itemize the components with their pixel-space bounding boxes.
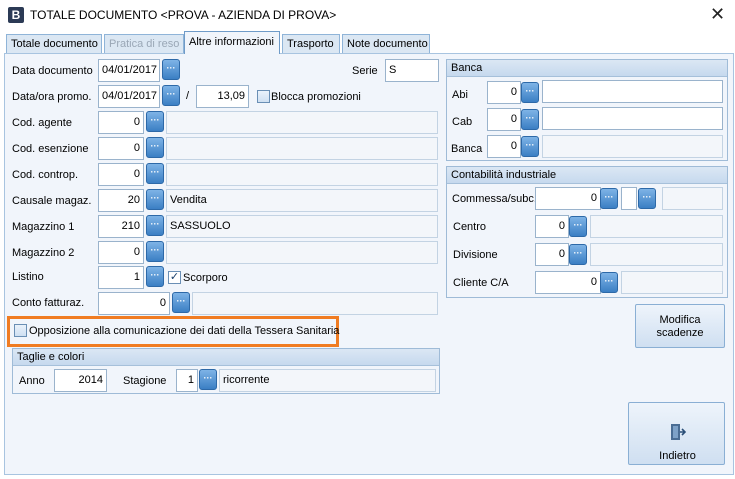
blocca-promozioni-checkbox[interactable] [257,90,270,103]
banca-label: Banca [451,143,483,155]
banca-input[interactable]: 0 [487,135,521,158]
cliente-ca-lookup-button[interactable]: ··· [600,272,618,293]
modifica-scadenze-button[interactable]: Modifica scadenze [635,304,725,348]
anno-label: Anno [19,375,45,387]
cod-agente-lookup-button[interactable]: ··· [146,111,164,132]
conto-fatturaz-input[interactable]: 0 [98,292,170,315]
listino-label: Listino [12,271,44,283]
exit-door-icon [671,424,687,440]
magazzino2-input[interactable]: 0 [98,241,144,264]
magazzino2-lookup-button[interactable]: ··· [146,241,164,262]
stagione-desc: ricorrente [219,369,436,392]
tab-altre-informazioni[interactable]: Altre informazioni [184,31,280,54]
causale-magaz-desc: Vendita [166,189,438,212]
ora-promo-input[interactable]: 13,09 [196,85,249,108]
centro-input[interactable]: 0 [535,215,569,238]
cab-lookup-button[interactable]: ··· [521,109,539,130]
data-promo-input[interactable]: 04/01/2017 [98,85,160,108]
data-ora-promo-label: Data/ora promo. [12,91,92,103]
centro-lookup-button[interactable]: ··· [569,216,587,237]
magazzino2-label: Magazzino 2 [12,247,75,259]
causale-magaz-lookup-button[interactable]: ··· [146,189,164,210]
scorporo-label: Scorporo [183,272,228,284]
cod-agente-label: Cod. agente [12,117,72,129]
divisione-desc [590,243,723,266]
magazzino1-label: Magazzino 1 [12,221,75,233]
magazzino2-desc [166,241,438,264]
divisione-lookup-button[interactable]: ··· [569,244,587,265]
magazzino1-desc: SASSUOLO [166,215,438,238]
commessa-lookup-button[interactable]: ··· [600,188,618,209]
tab-totale-documento[interactable]: Totale documento [6,34,102,53]
cod-agente-input[interactable]: 0 [98,111,144,134]
commessa-desc [662,187,723,210]
abi-lookup-button[interactable]: ··· [521,82,539,103]
cod-controp-input[interactable]: 0 [98,163,144,186]
magazzino1-input[interactable]: 210 [98,215,144,238]
opposizione-checkbox[interactable] [14,324,27,337]
centro-desc [590,215,723,238]
cod-agente-desc [166,111,438,134]
scorporo-checkbox[interactable]: ✓ [168,271,181,284]
banca-desc [542,135,723,158]
causale-magaz-input[interactable]: 20 [98,189,144,212]
cod-esenzione-desc [166,137,438,160]
tab-note-documento[interactable]: Note documento [342,34,430,53]
centro-label: Centro [453,221,487,233]
stagione-lookup-button[interactable]: ··· [199,369,217,390]
cliente-ca-label: Cliente C/A [453,277,509,289]
abi-label: Abi [452,89,468,101]
data-documento-lookup-button[interactable]: ··· [162,59,180,80]
cab-label: Cab [452,116,473,128]
blocca-promozioni-label: Blocca promozioni [271,91,361,103]
cab-desc[interactable] [542,107,723,130]
anno-input[interactable]: 2014 [54,369,107,392]
serie-input[interactable]: S [385,59,439,82]
opposizione-label: Opposizione alla comunicazione dei dati … [29,325,340,337]
conto-fatturaz-lookup-button[interactable]: ··· [172,292,190,313]
conto-fatturaz-label: Conto fatturaz. [12,297,85,309]
conto-fatturaz-desc [192,292,438,315]
close-icon[interactable]: ✕ [710,4,725,25]
cod-controp-lookup-button[interactable]: ··· [146,163,164,184]
divisione-label: Divisione [453,249,498,261]
taglie-colori-header: Taglie e colori [13,349,439,366]
data-documento-label: Data documento [12,65,93,77]
modifica-scadenze-label: Modifica scadenze [656,314,704,339]
cliente-ca-input[interactable]: 0 [535,271,601,294]
causale-magaz-label: Causale magaz. [12,195,92,207]
magazzino1-lookup-button[interactable]: ··· [146,215,164,236]
tab-trasporto[interactable]: Trasporto [282,34,340,53]
stagione-label: Stagione [123,375,167,387]
indietro-label: Indietro [659,450,696,462]
stagione-input[interactable]: 1 [176,369,198,392]
divisione-input[interactable]: 0 [535,243,569,266]
cod-controp-desc [166,163,438,186]
cliente-ca-desc [621,271,723,294]
cod-esenzione-label: Cod. esenzione [12,143,89,155]
subcommessa-lookup-button[interactable]: ··· [638,188,656,209]
commessa-input[interactable]: 0 [535,187,601,210]
app-icon: B [8,7,24,23]
cod-controp-label: Cod. controp. [12,169,79,181]
abi-desc[interactable] [542,80,723,103]
contabilita-header: Contabilità industriale [447,167,727,184]
abi-input[interactable]: 0 [487,81,521,104]
cab-input[interactable]: 0 [487,108,521,131]
date-time-separator: / [186,90,190,102]
listino-input[interactable]: 1 [98,266,144,289]
subcommessa-input[interactable] [621,187,637,210]
cod-esenzione-input[interactable]: 0 [98,137,144,160]
banca-lookup-button[interactable]: ··· [521,136,539,157]
banca-header: Banca [447,60,727,77]
data-promo-lookup-button[interactable]: ··· [162,85,180,106]
listino-lookup-button[interactable]: ··· [146,266,164,287]
indietro-button[interactable]: Indietro [628,402,725,465]
tab-pratica-di-reso: Pratica di reso [104,34,184,53]
cod-esenzione-lookup-button[interactable]: ··· [146,137,164,158]
window-title: TOTALE DOCUMENTO <PROVA - AZIENDA DI PRO… [30,8,337,22]
data-documento-input[interactable]: 04/01/2017 [98,59,160,82]
serie-label: Serie [352,65,378,77]
commessa-label: Commessa/subc. [452,193,537,205]
